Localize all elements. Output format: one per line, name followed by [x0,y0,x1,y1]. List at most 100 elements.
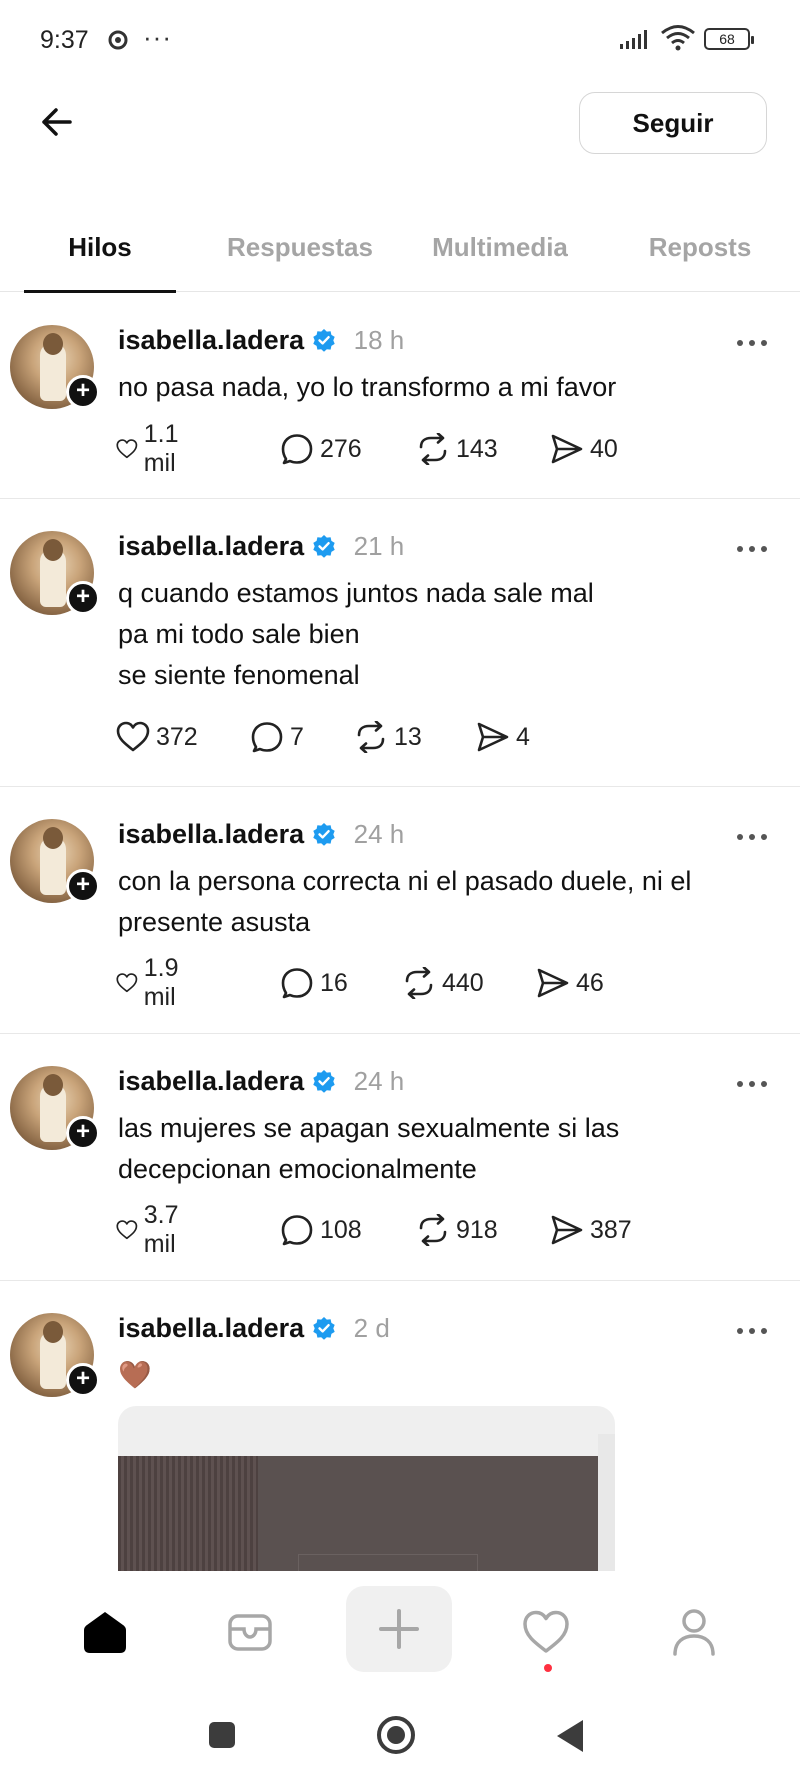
tab-reposts[interactable]: Reposts [600,232,800,263]
home-button-icon[interactable] [377,1716,415,1754]
follow-plus-icon[interactable]: + [66,1363,100,1397]
activity-icon [523,1610,569,1653]
repost-count: 918 [456,1215,498,1244]
system-nav [0,1692,800,1778]
share-button[interactable]: 387 [550,1212,632,1248]
like-button[interactable]: 372 [116,719,198,755]
more-options-icon[interactable] [734,1074,770,1094]
repost-count: 440 [442,968,484,997]
repost-button[interactable]: 143 [416,431,498,467]
like-button[interactable]: 3.7 mil [116,1201,191,1258]
nav-create[interactable] [346,1586,452,1672]
share-button[interactable]: 40 [550,431,618,467]
post-text: q cuando estamos juntos nada sale mal pa… [118,578,594,690]
follow-button[interactable]: Seguir [579,92,767,154]
messages-icon [228,1614,272,1651]
username[interactable]: isabella.ladera [118,1066,304,1096]
arrow-left-icon[interactable] [36,100,80,144]
thread-post[interactable]: + isabella.ladera 21 h q cuando estamos … [0,499,800,787]
post-time: 24 h [353,819,405,849]
post-username-row: isabella.ladera 24 h [118,1066,404,1097]
reply-button[interactable]: 276 [280,431,362,467]
nav-activity[interactable] [516,1602,576,1662]
follow-plus-icon[interactable]: + [66,581,100,615]
post-username-row: isabella.ladera 24 h [118,819,404,850]
post-text: las mujeres se apagan sexualmente si las… [118,1113,620,1184]
thread-post[interactable]: + isabella.ladera 18 h no pasa nada, yo … [0,293,800,499]
post-time: 21 h [353,531,405,561]
more-options-icon[interactable] [734,827,770,847]
repost-button[interactable]: 13 [354,719,422,755]
share-button[interactable]: 46 [536,965,604,1001]
repost-button[interactable]: 918 [416,1212,498,1248]
post-image[interactable] [118,1406,615,1571]
repost-count: 143 [456,434,498,463]
post-username-row: isabella.ladera 21 h [118,531,404,562]
signal-icon [620,30,647,49]
like-count: 372 [156,722,198,751]
more-options-icon[interactable] [734,333,770,353]
reply-count: 16 [320,968,348,997]
post-time: 24 h [353,1066,405,1096]
send-icon [551,1215,583,1245]
repost-count: 13 [394,722,422,751]
follow-plus-icon[interactable]: + [66,869,100,903]
comment-icon [281,1215,313,1246]
notification-dot [544,1664,552,1672]
reply-count: 7 [290,722,304,751]
post-time: 2 d [353,1313,390,1343]
like-count: 1.9 mil [143,954,179,1011]
thread-post[interactable]: + isabella.ladera 24 h las mujeres se ap… [0,1034,800,1281]
comment-icon [251,722,283,753]
share-count: 46 [576,968,604,997]
like-count: 1.1 mil [143,420,179,477]
tab-respuestas[interactable]: Respuestas [200,232,400,263]
recents-icon[interactable] [209,1722,235,1748]
reply-button[interactable]: 7 [250,719,304,755]
like-button[interactable]: 1.1 mil [116,420,191,477]
home-icon [84,1612,126,1653]
send-icon [537,968,569,998]
reply-count: 108 [320,1215,362,1244]
profile-icon [673,1609,715,1656]
repost-button[interactable]: 440 [402,965,484,1001]
repost-icon [419,433,447,465]
battery-icon: 68 [704,28,754,50]
thread-post[interactable]: + isabella.ladera 24 h con la persona co… [0,787,800,1034]
verified-badge-icon [313,329,335,352]
more-options-icon[interactable] [734,539,770,559]
battery-level: 68 [719,31,735,47]
nav-home[interactable] [75,1602,135,1662]
post-text: con la persona correcta ni el pasado due… [118,866,692,937]
username[interactable]: isabella.ladera [118,531,304,561]
heart-icon [116,973,138,993]
repost-icon [419,1214,447,1246]
send-icon [477,722,509,752]
repost-icon [405,967,433,999]
reply-button[interactable]: 108 [280,1212,362,1248]
username[interactable]: isabella.ladera [118,1313,304,1343]
like-button[interactable]: 1.9 mil [116,954,191,1011]
reply-count: 276 [320,434,362,463]
share-button[interactable]: 4 [476,719,530,755]
post-username-row: isabella.ladera 2 d [118,1313,390,1344]
reply-button[interactable]: 16 [280,965,348,1001]
post-username-row: isabella.ladera 18 h [118,325,404,356]
nav-profile[interactable] [664,1602,724,1662]
follow-plus-icon[interactable]: + [66,375,100,409]
status-more: ··· [143,22,172,52]
tab-multimedia[interactable]: Multimedia [400,232,600,263]
status-time: 9:37 [40,26,89,54]
post-text: 🤎 [118,1360,152,1390]
tab-hilos[interactable]: Hilos [0,232,200,263]
username[interactable]: isabella.ladera [118,325,304,355]
nav-messages[interactable] [220,1602,280,1662]
back-triangle-icon[interactable] [557,1720,583,1752]
share-count: 387 [590,1215,632,1244]
more-options-icon[interactable] [734,1321,770,1341]
follow-plus-icon[interactable]: + [66,1116,100,1150]
heart-icon [116,1220,138,1240]
verified-badge-icon [313,1317,335,1340]
comment-icon [281,968,313,999]
username[interactable]: isabella.ladera [118,819,304,849]
